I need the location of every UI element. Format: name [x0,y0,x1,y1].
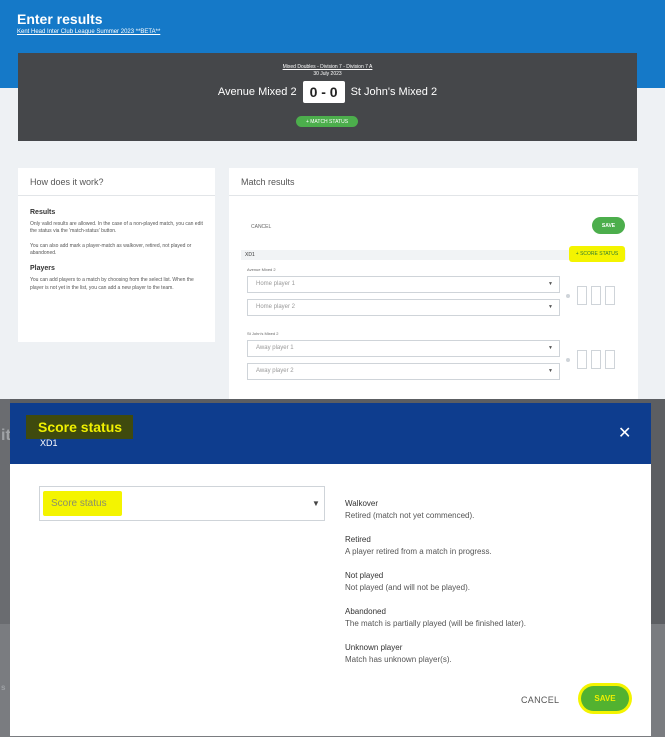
definition-desc: A player retired from a match in progres… [345,547,492,556]
match-status-label: MATCH STATUS [310,118,349,125]
match-date: 30 July 2023 [313,71,342,77]
home-team-label: Avenue Mixed 2 [247,267,276,272]
score-status-select[interactable]: Score status ▼ [39,486,325,521]
xd1-label: XD1 [245,252,255,258]
caret-down-icon: ▼ [548,345,553,351]
scoreline: Avenue Mixed 2 0 - 0 St John's Mixed 2 [18,80,637,104]
home-score-box-2[interactable] [591,286,601,305]
separator-dot [566,294,570,298]
home-score-box-1[interactable] [577,286,587,305]
definition-desc: The match is partially played (will be f… [345,619,526,628]
results-help-text-1: Only valid results are allowed. In the c… [30,221,203,235]
dialog-save-button[interactable]: SAVE [581,686,629,711]
results-help-text-2: You can also add mark a player-match as … [30,242,192,256]
away-team-label: St John's Mixed 2 [247,331,279,336]
home-player-1-placeholder: Home player 1 [256,281,296,287]
dialog-header: Score status XD1 ✕ [10,403,651,464]
home-score-box-3[interactable] [605,286,615,305]
home-player-1-select[interactable]: Home player 1 ▼ [247,276,560,293]
page-title: Enter results [17,11,103,27]
definition-walkover: Walkover Retired (match not yet commence… [345,499,635,520]
away-player-1-placeholder: Away player 1 [256,345,294,351]
caret-down-icon: ▼ [312,499,320,508]
away-player-2-placeholder: Away player 2 [256,368,294,374]
away-score-box-1[interactable] [577,350,587,369]
match-score: 0 - 0 [302,81,345,103]
results-help-title: Results [30,209,56,216]
definition-term: Abandoned [345,607,386,616]
results-page: Enter results Kent Head Inter Club Leagu… [0,0,665,399]
away-score-box-2[interactable] [591,350,601,369]
away-team-name: St John's Mixed 2 [350,86,438,98]
definition-not-played: Not played Not played (and will not be p… [345,571,635,592]
backdrop-text-fragment: s [1,683,6,692]
help-heading: How does it work? [18,168,215,196]
home-player-2-select[interactable]: Home player 2 ▼ [247,299,560,316]
definition-desc: Match has unknown player(s). [345,655,452,664]
separator-dot [566,358,570,362]
home-team-name: Avenue Mixed 2 [217,86,297,98]
save-button[interactable]: SAVE [592,217,625,234]
match-results-card: Match results CANCEL SAVE XD1 + SCORE ST… [229,168,638,399]
definition-term: Retired [345,535,371,544]
away-player-2-select[interactable]: Away player 2 ▼ [247,363,560,380]
players-help-text: You can add players to a match by choosi… [30,277,194,291]
definition-desc: Retired (match not yet commenced). [345,511,475,520]
help-card: How does it work? Results Only valid res… [18,168,215,342]
definition-desc: Not played (and will not be played). [345,583,470,592]
definition-term: Unknown player [345,643,403,652]
home-player-2-placeholder: Home player 2 [256,304,296,310]
away-score-box-3[interactable] [605,350,615,369]
definition-term: Not played [345,571,384,580]
dialog-subtitle: XD1 [40,438,58,448]
status-definitions: Walkover Retired (match not yet commence… [345,499,635,679]
score-status-button[interactable]: + SCORE STATUS [569,246,625,262]
definition-retired: Retired A player retired from a match in… [345,535,635,556]
match-status-button[interactable]: + MATCH STATUS [296,116,358,127]
caret-down-icon: ▼ [548,304,553,310]
score-status-dialog: Score status XD1 ✕ Score status ▼ Walkov… [10,403,651,736]
match-results-heading: Match results [229,168,638,196]
dialog-cancel-button[interactable]: CANCEL [521,695,559,705]
league-link[interactable]: Kent Head Inter Club League Summer 2023 … [17,29,160,35]
caret-down-icon: ▼ [548,281,553,287]
match-summary: Mixed Doubles - Division 7 - Division 7 … [18,53,637,141]
definition-abandoned: Abandoned The match is partially played … [345,607,635,628]
close-icon[interactable]: ✕ [618,423,631,443]
score-status-placeholder: Score status [51,498,107,509]
away-player-1-select[interactable]: Away player 1 ▼ [247,340,560,357]
definition-term: Walkover [345,499,379,508]
cancel-button[interactable]: CANCEL [251,224,271,230]
caret-down-icon: ▼ [548,368,553,374]
dialog-title: Score status [38,419,123,435]
event-link[interactable]: Mixed Doubles - Division 7 - Division 7 … [18,64,637,70]
players-help-title: Players [30,265,55,273]
definition-unknown-player: Unknown player Match has unknown player(… [345,643,635,664]
